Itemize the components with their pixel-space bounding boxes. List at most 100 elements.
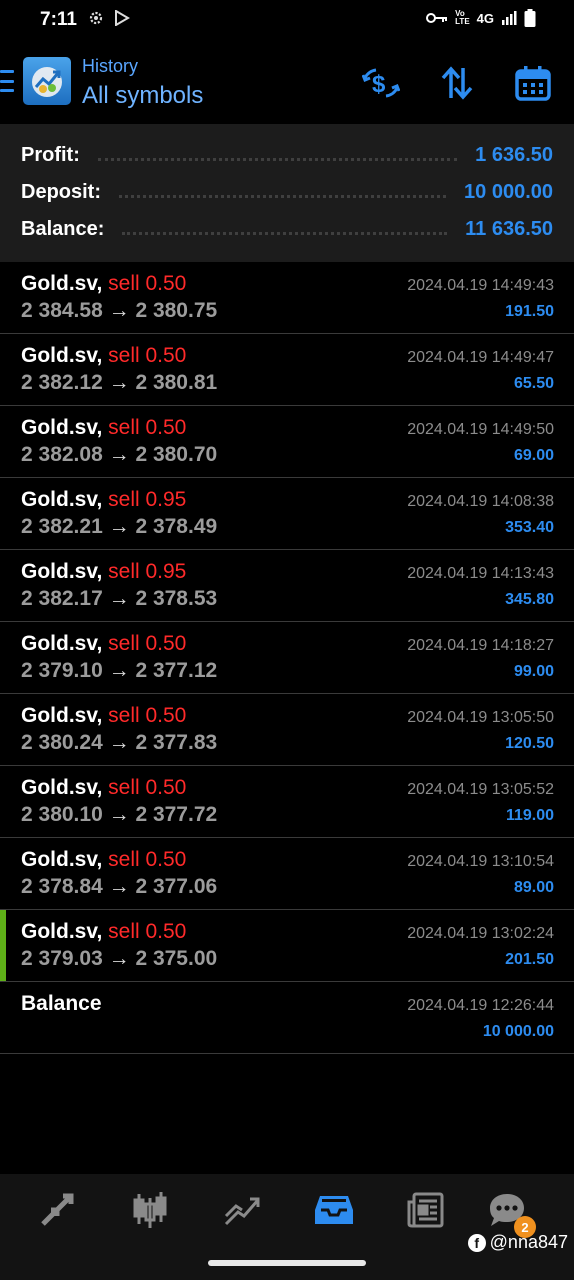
open-price: 2 380.10: [21, 803, 103, 826]
deal-side: sell 0.50: [108, 848, 187, 871]
app-bar: History All symbols $: [0, 44, 574, 124]
deal-symbol: Gold.sv,: [21, 920, 103, 943]
dotted-leader: [97, 157, 458, 161]
balance-label: Balance:: [21, 217, 105, 240]
deal-profit: 89.00: [513, 879, 554, 896]
sort-icon[interactable]: [438, 64, 476, 102]
close-price: 2 378.49: [135, 515, 218, 538]
status-bar: 7:11 Vo LTE 4G: [0, 0, 574, 40]
deal-time: 2024.04.19 14:13:43: [407, 565, 554, 582]
watermark: f @nna847: [467, 1232, 568, 1253]
close-price: 2 380.75: [135, 299, 218, 322]
deal-symbol: Gold.sv,: [21, 632, 103, 655]
news-icon[interactable]: [402, 1188, 450, 1232]
deal-row-selected[interactable]: Gold.sv, sell 0.50 2 379.03 → 2 375.00 2…: [0, 910, 574, 982]
deal-side: sell 0.50: [108, 272, 187, 295]
arrow-icon: →: [108, 515, 130, 538]
deal-row[interactable]: Gold.sv, sell 0.50 2 384.58 → 2 380.75 2…: [0, 262, 574, 334]
summary-panel: Profit: 1 636.50 Deposit: 10 000.00 Bala…: [0, 124, 574, 262]
deal-side: sell 0.50: [108, 344, 187, 367]
arrow-icon: →: [108, 803, 130, 826]
deal-row[interactable]: Gold.sv, sell 0.50 2 379.10 → 2 377.12 2…: [0, 622, 574, 694]
open-price: 2 379.03: [21, 947, 103, 970]
deal-side: sell 0.50: [108, 776, 187, 799]
settings-gear-icon: [89, 11, 103, 25]
deal-profit: 65.50: [513, 375, 554, 392]
deal-row[interactable]: Gold.sv, sell 0.50 2 382.08 → 2 380.70 2…: [0, 406, 574, 478]
calendar-icon[interactable]: [514, 64, 552, 102]
deposit-label: Deposit:: [21, 180, 101, 203]
deposit-value: 10 000.00: [464, 180, 553, 203]
deposit-withdrawal-icon[interactable]: $: [362, 64, 400, 102]
status-time: 7:11: [40, 9, 77, 30]
svg-text:$: $: [372, 71, 386, 98]
open-price: 2 384.58: [21, 299, 103, 322]
open-price: 2 382.12: [21, 371, 103, 394]
close-price: 2 377.72: [135, 803, 218, 826]
open-price: 2 380.24: [21, 731, 103, 754]
facebook-icon: f: [467, 1233, 486, 1252]
close-price: 2 377.83: [135, 731, 218, 754]
deal-row[interactable]: Gold.sv, sell 0.50 2 380.24 → 2 377.83 2…: [0, 694, 574, 766]
history-list: Gold.sv, sell 0.50 2 384.58 → 2 380.75 2…: [0, 262, 574, 1054]
profit-value: 1 636.50: [475, 143, 553, 166]
bottom-navigation: 2 f @nna847: [0, 1174, 574, 1280]
arrow-icon: →: [108, 947, 130, 970]
deal-row[interactable]: Gold.sv, sell 0.50 2 378.84 → 2 377.06 2…: [0, 838, 574, 910]
page-title[interactable]: History: [82, 56, 138, 77]
chart-icon[interactable]: [126, 1188, 174, 1232]
chat-icon[interactable]: 2: [483, 1188, 536, 1238]
close-price: 2 380.70: [135, 443, 218, 466]
deal-symbol: Gold.sv,: [21, 344, 103, 367]
menu-icon[interactable]: [0, 70, 18, 92]
deal-profit: 120.50: [505, 735, 554, 752]
deal-row[interactable]: Gold.sv, sell 0.50 2 382.12 → 2 380.81 2…: [0, 334, 574, 406]
open-price: 2 382.17: [21, 587, 103, 610]
deal-time: 2024.04.19 13:05:50: [407, 709, 554, 726]
deal-profit: 353.40: [505, 519, 554, 536]
deal-symbol: Gold.sv,: [21, 776, 103, 799]
close-price: 2 378.53: [135, 587, 218, 610]
deal-side: sell 0.50: [108, 920, 187, 943]
dotted-leader: [119, 194, 447, 198]
deal-symbol: Gold.sv,: [21, 704, 103, 727]
deal-time: 2024.04.19 12:26:44: [407, 997, 554, 1014]
history-icon[interactable]: [310, 1188, 358, 1232]
deal-time: 2024.04.19 14:49:50: [407, 421, 554, 438]
deal-side: sell 0.50: [108, 632, 187, 655]
deal-side: sell 0.95: [108, 488, 187, 511]
deal-profit: 345.80: [505, 591, 554, 608]
close-price: 2 377.06: [135, 875, 218, 898]
symbol-filter[interactable]: All symbols: [82, 82, 203, 110]
balance-entry-amount: 10 000.00: [482, 1023, 554, 1040]
arrow-icon: →: [108, 875, 130, 898]
profit-label: Profit:: [21, 143, 80, 166]
profit-row: Profit: 1 636.50: [21, 140, 553, 170]
arrow-icon: →: [108, 443, 130, 466]
deal-row[interactable]: Gold.sv, sell 0.95 2 382.17 → 2 378.53 2…: [0, 550, 574, 622]
deal-profit: 99.00: [513, 663, 554, 680]
deposit-row: Deposit: 10 000.00: [21, 177, 553, 207]
quotes-icon[interactable]: [33, 1188, 81, 1232]
arrow-icon: →: [108, 659, 130, 682]
deal-time: 2024.04.19 13:02:24: [407, 925, 554, 942]
deal-profit: 119.00: [505, 807, 554, 824]
deal-side: sell 0.50: [108, 416, 187, 439]
balance-row: Balance: 11 636.50: [21, 214, 553, 244]
home-indicator[interactable]: [208, 1260, 366, 1266]
balance-value: 11 636.50: [465, 217, 553, 240]
volte-icon: Vo LTE: [455, 9, 470, 26]
arrow-icon: →: [108, 587, 130, 610]
metatrader-logo-icon: [23, 57, 71, 105]
balance-entry-row[interactable]: Balance 2024.04.19 12:26:44 10 000.00: [0, 982, 574, 1054]
deal-row[interactable]: Gold.sv, sell 0.95 2 382.21 → 2 378.49 2…: [0, 478, 574, 550]
deal-symbol: Gold.sv,: [21, 488, 103, 511]
trade-icon[interactable]: [218, 1188, 266, 1232]
deal-row[interactable]: Gold.sv, sell 0.50 2 380.10 → 2 377.72 2…: [0, 766, 574, 838]
balance-entry-label: Balance: [21, 992, 102, 1015]
deal-side: sell 0.50: [108, 704, 187, 727]
play-store-icon: [115, 10, 130, 26]
deal-time: 2024.04.19 14:08:38: [407, 493, 554, 510]
deal-symbol: Gold.sv,: [21, 272, 103, 295]
deal-symbol: Gold.sv,: [21, 416, 103, 439]
